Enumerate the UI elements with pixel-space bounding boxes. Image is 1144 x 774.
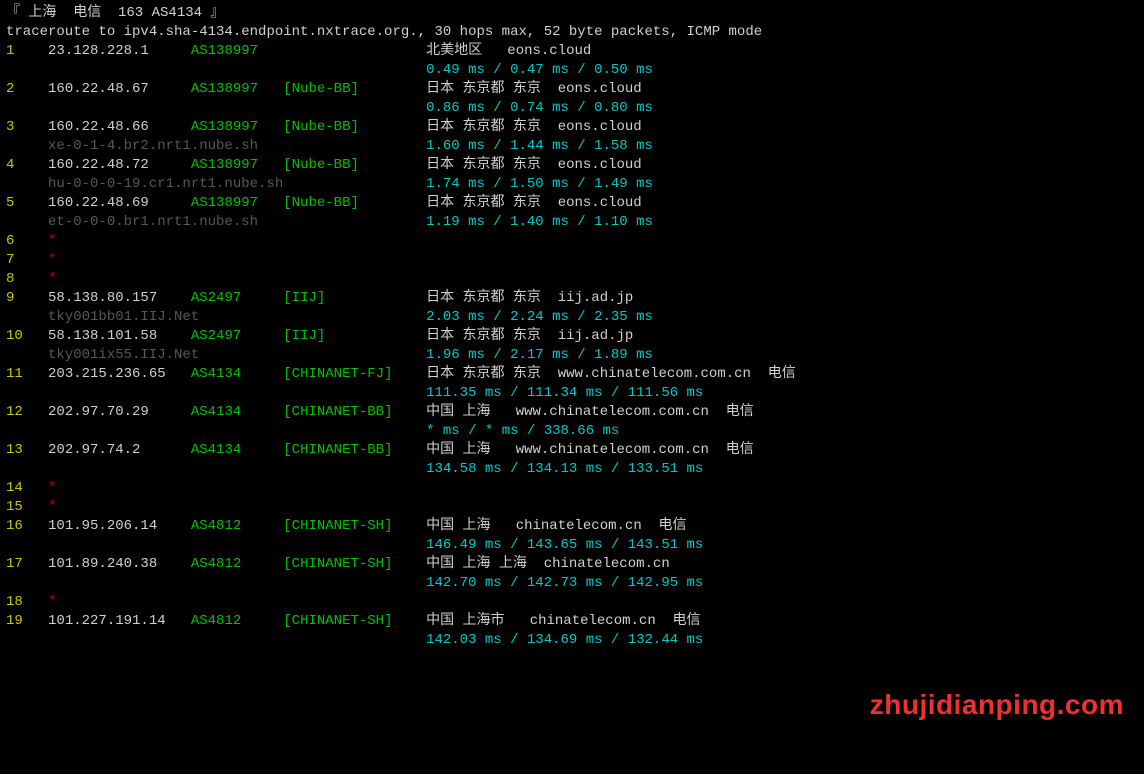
hop-detail: 0.86 ms / 0.74 ms / 0.80 ms <box>6 99 1138 118</box>
hop-row: 3 160.22.48.66 AS138997 [Nube-BB] 日本 东京都… <box>6 118 1138 137</box>
watermark: zhujidianping.com <box>870 695 1124 714</box>
header-subtitle: traceroute to ipv4.sha-4134.endpoint.nxt… <box>6 23 1138 42</box>
hop-row: 19 101.227.191.14 AS4812 [CHINANET-SH] 中… <box>6 612 1138 631</box>
hop-detail: tky001bb01.IIJ.Net 2.03 ms / 2.24 ms / 2… <box>6 308 1138 327</box>
hop-detail: tky001ix55.IIJ.Net 1.96 ms / 2.17 ms / 1… <box>6 346 1138 365</box>
hop-detail: 146.49 ms / 143.65 ms / 143.51 ms <box>6 536 1138 555</box>
hop-row: 8 * <box>6 270 1138 289</box>
hop-detail: et-0-0-0.br1.nrt1.nube.sh 1.19 ms / 1.40… <box>6 213 1138 232</box>
hop-row: 9 58.138.80.157 AS2497 [IIJ] 日本 东京都 东京 i… <box>6 289 1138 308</box>
header-title: 『 上海 电信 163 AS4134 』 <box>6 4 1138 23</box>
hop-row: 6 * <box>6 232 1138 251</box>
hop-row: 7 * <box>6 251 1138 270</box>
hop-detail: * ms / * ms / 338.66 ms <box>6 422 1138 441</box>
hop-detail: hu-0-0-0-19.cr1.nrt1.nube.sh 1.74 ms / 1… <box>6 175 1138 194</box>
hop-row: 15 * <box>6 498 1138 517</box>
traceroute-output: 1 23.128.228.1 AS138997 北美地区 eons.cloud … <box>6 42 1138 650</box>
hop-row: 10 58.138.101.58 AS2497 [IIJ] 日本 东京都 东京 … <box>6 327 1138 346</box>
hop-row: 2 160.22.48.67 AS138997 [Nube-BB] 日本 东京都… <box>6 80 1138 99</box>
hop-row: 17 101.89.240.38 AS4812 [CHINANET-SH] 中国… <box>6 555 1138 574</box>
hop-row: 18 * <box>6 593 1138 612</box>
hop-row: 11 203.215.236.65 AS4134 [CHINANET-FJ] 日… <box>6 365 1138 384</box>
hop-row: 1 23.128.228.1 AS138997 北美地区 eons.cloud <box>6 42 1138 61</box>
hop-row: 14 * <box>6 479 1138 498</box>
hop-row: 16 101.95.206.14 AS4812 [CHINANET-SH] 中国… <box>6 517 1138 536</box>
hop-detail: 134.58 ms / 134.13 ms / 133.51 ms <box>6 460 1138 479</box>
hop-row: 12 202.97.70.29 AS4134 [CHINANET-BB] 中国 … <box>6 403 1138 422</box>
hop-row: 4 160.22.48.72 AS138997 [Nube-BB] 日本 东京都… <box>6 156 1138 175</box>
hop-detail: 111.35 ms / 111.34 ms / 111.56 ms <box>6 384 1138 403</box>
hop-row: 5 160.22.48.69 AS138997 [Nube-BB] 日本 东京都… <box>6 194 1138 213</box>
hop-row: 13 202.97.74.2 AS4134 [CHINANET-BB] 中国 上… <box>6 441 1138 460</box>
hop-detail: 142.70 ms / 142.73 ms / 142.95 ms <box>6 574 1138 593</box>
hop-detail: 142.03 ms / 134.69 ms / 132.44 ms <box>6 631 1138 650</box>
hop-detail: xe-0-1-4.br2.nrt1.nube.sh 1.60 ms / 1.44… <box>6 137 1138 156</box>
hop-detail: 0.49 ms / 0.47 ms / 0.50 ms <box>6 61 1138 80</box>
